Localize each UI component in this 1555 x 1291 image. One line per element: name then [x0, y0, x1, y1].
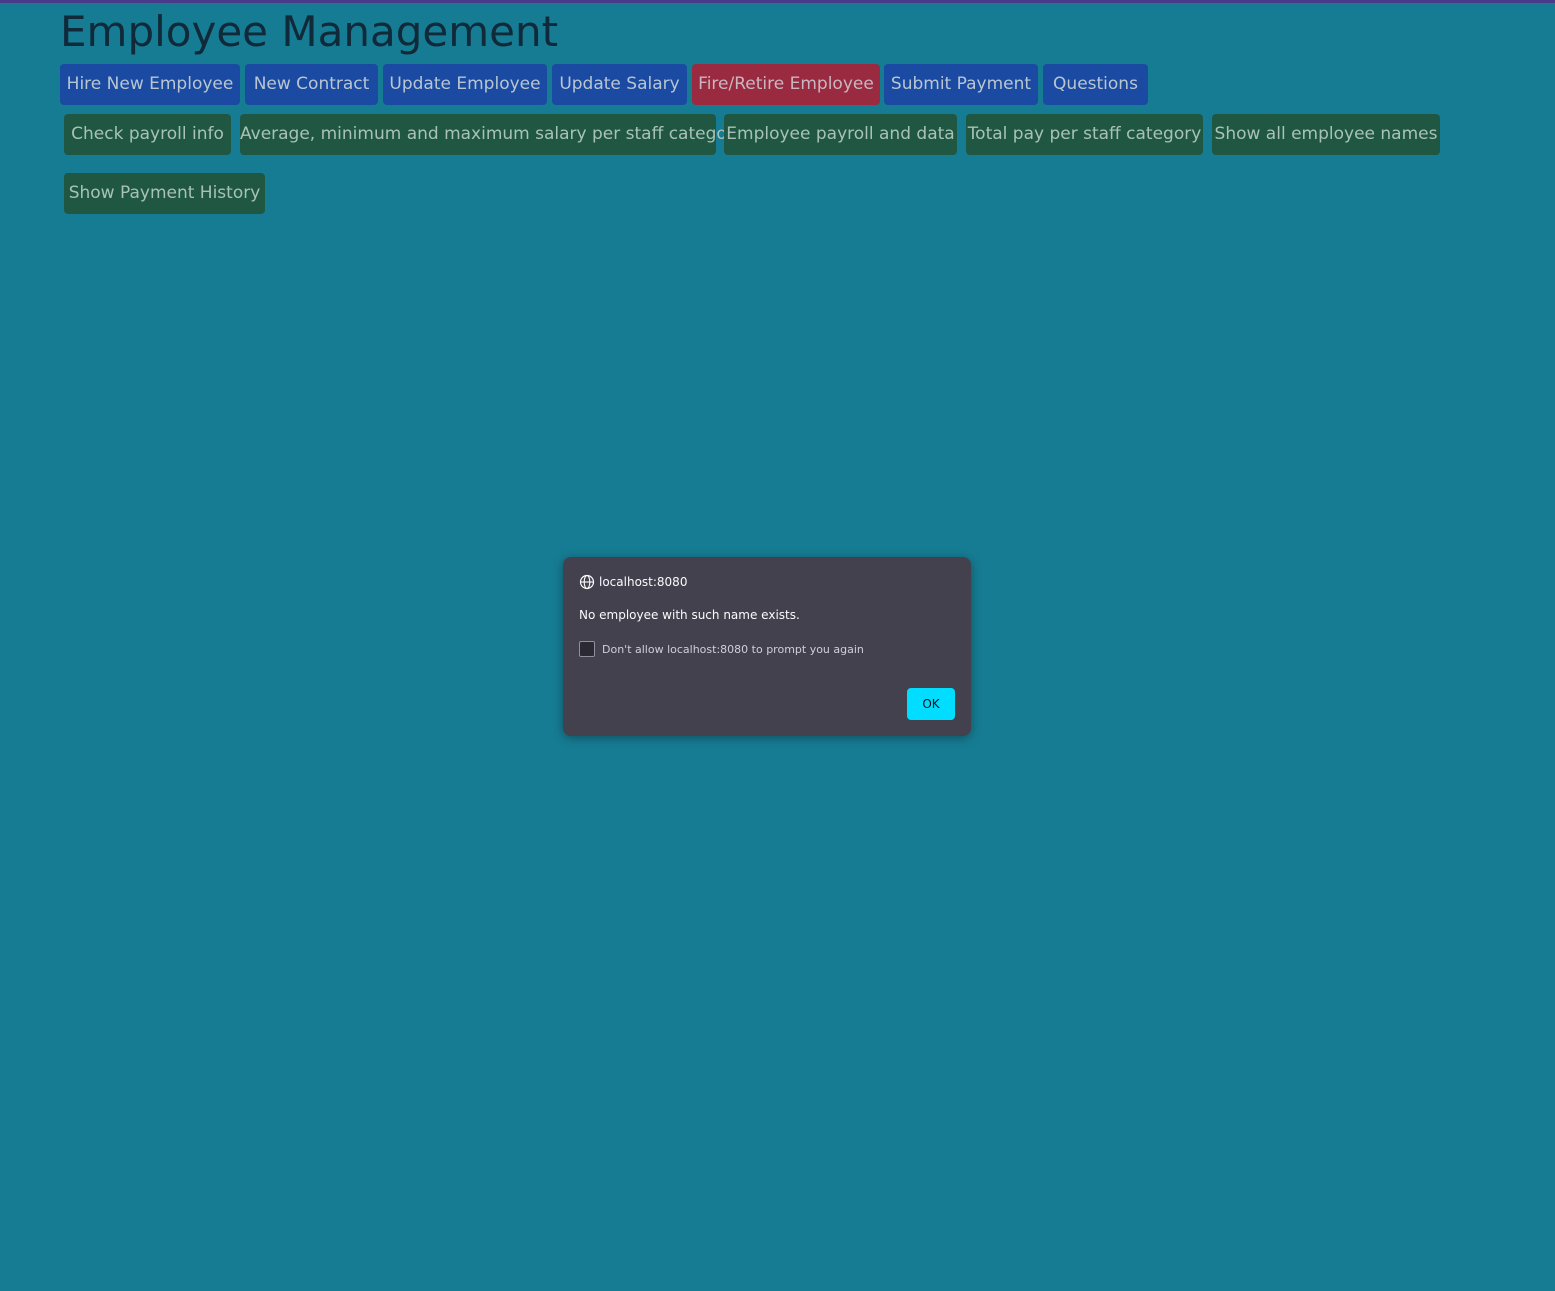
- update-salary-button[interactable]: Update Salary: [552, 64, 687, 105]
- top-border: [0, 0, 1555, 3]
- dialog-origin: localhost:8080: [579, 573, 687, 591]
- page-title: Employee Management: [60, 7, 559, 56]
- update-employee-button[interactable]: Update Employee: [383, 64, 547, 105]
- suppress-prompts-checkbox[interactable]: [579, 641, 595, 657]
- suppress-prompts-label[interactable]: Don't allow localhost:8080 to prompt you…: [602, 643, 864, 656]
- dialog-suppress-option[interactable]: Don't allow localhost:8080 to prompt you…: [579, 641, 864, 657]
- globe-icon: [579, 574, 595, 590]
- alert-dialog: localhost:8080 No employee with such nam…: [563, 557, 971, 736]
- questions-button[interactable]: Questions: [1043, 64, 1148, 105]
- show-payment-history-button[interactable]: Show Payment History: [64, 173, 265, 214]
- salary-stats-per-category-button[interactable]: Average, minimum and maximum salary per …: [240, 114, 744, 155]
- dialog-message: No employee with such name exists.: [579, 608, 800, 622]
- hire-new-employee-button[interactable]: Hire New Employee: [60, 64, 240, 105]
- new-contract-button[interactable]: New Contract: [245, 64, 378, 105]
- ok-button[interactable]: OK: [907, 688, 955, 720]
- show-all-employee-names-button[interactable]: Show all employee names: [1212, 114, 1440, 155]
- submit-payment-button[interactable]: Submit Payment: [884, 64, 1038, 105]
- employee-payroll-data-button[interactable]: Employee payroll and data: [724, 114, 957, 155]
- dialog-origin-text: localhost:8080: [599, 575, 688, 589]
- fire-retire-employee-button[interactable]: Fire/Retire Employee: [692, 64, 880, 105]
- check-payroll-info-button[interactable]: Check payroll info: [64, 114, 231, 155]
- total-pay-per-category-button[interactable]: Total pay per staff category: [966, 114, 1203, 155]
